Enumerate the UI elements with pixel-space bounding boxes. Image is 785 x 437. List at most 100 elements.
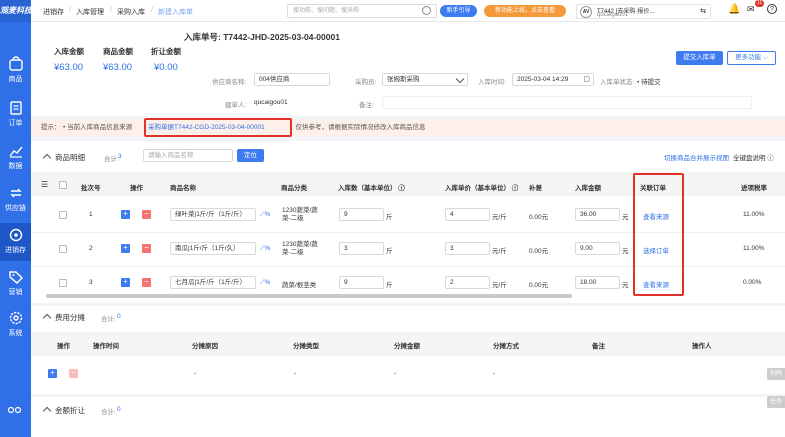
breadcrumb-item[interactable]: 入库管理	[76, 7, 104, 17]
add-row-button[interactable]: +	[121, 210, 130, 219]
amount-input[interactable]: 18.00	[575, 276, 620, 289]
stat-label: 折让金额	[151, 47, 181, 56]
supplier-field[interactable]: 004供应商	[254, 73, 330, 86]
brand-logo: 观麦科技	[0, 0, 31, 22]
section-title: 费用分摊	[55, 313, 85, 322]
add-row-button[interactable]: +	[121, 244, 130, 253]
notification-badge: 11	[755, 0, 765, 7]
switch-icon: ⇆	[700, 8, 706, 15]
creator-value: qucaigou01	[254, 99, 288, 106]
collapse-icon[interactable]	[42, 406, 52, 416]
sidebar-item-orders[interactable]: 订单	[0, 96, 31, 134]
add-row-button[interactable]: +	[121, 278, 130, 287]
qty-input[interactable]: 9	[339, 208, 384, 221]
stat-label: 商品金额	[103, 47, 133, 56]
sidebar-item-inventory[interactable]: 进销存	[0, 223, 31, 261]
supplier-label: 供应商名称:	[212, 79, 247, 86]
tag-icon	[8, 271, 23, 284]
purchaser-select[interactable]: 张婉斯采购	[382, 73, 468, 86]
grid-icon[interactable]	[7, 406, 23, 418]
chart-link-icon[interactable]: ⟋%	[260, 279, 270, 287]
delete-row-button[interactable]: −	[142, 278, 151, 287]
goods-name-field[interactable]: 南瓜|1斤/斤（1斤/久）	[170, 242, 256, 255]
fees-section: 费用分摊 合计: 0 操作 操作时间 分摊原因 分摊类型 分摊金额 分摊方式 备…	[31, 306, 785, 394]
delete-row-button[interactable]: −	[142, 210, 151, 219]
sidebar-item-marketing[interactable]: 营销	[0, 265, 31, 303]
column-settings-icon[interactable]: ☰	[41, 180, 48, 189]
chart-link-icon[interactable]: ⟋%	[260, 211, 270, 219]
goods-name-field[interactable]: 七月瓜|1斤/斤（1斤/斤）	[170, 276, 256, 289]
row-checkbox[interactable]	[59, 279, 67, 287]
help-icon[interactable]: ?	[767, 4, 777, 14]
column-header: 备注	[592, 343, 605, 350]
switch-view-link[interactable]: 切换商品合并展示视图	[664, 152, 729, 162]
remark-field[interactable]	[382, 96, 752, 109]
breadcrumb-item[interactable]: 采购入库	[117, 7, 145, 17]
gear-icon	[9, 311, 22, 325]
chart-icon	[8, 146, 23, 158]
message-icon[interactable]: ✉	[747, 4, 755, 15]
sidebar-item-data[interactable]: 数据	[0, 139, 31, 177]
user-switcher[interactable]: AV T7442 [去采购·报价... qucaigou01 ⇆	[576, 4, 711, 19]
amount-input[interactable]: 36.00	[575, 208, 620, 221]
breadcrumb-item[interactable]: 进销存	[43, 7, 64, 17]
creator-label: 建单人:	[225, 102, 247, 109]
locate-button[interactable]: 定位	[237, 149, 264, 162]
stat-value: ¥0.00	[154, 62, 178, 73]
add-fee-button[interactable]: +	[48, 369, 57, 378]
sidebar-item-label: 进销存	[5, 247, 26, 254]
sidebar-item-label: 订单	[8, 120, 23, 127]
sidebar-item-label: 营销	[8, 289, 23, 296]
amount-input[interactable]: 9.00	[575, 242, 620, 255]
column-header: 补差	[529, 185, 542, 192]
global-search-input[interactable]: 搜功能、搜问题、搜采购	[287, 4, 437, 18]
supply-chain-icon	[9, 188, 22, 198]
sidebar-item-goods[interactable]: 商品	[0, 52, 31, 90]
qty-input[interactable]: 9	[339, 276, 384, 289]
inventory-icon	[9, 228, 22, 242]
goods-name-field[interactable]: 绿叶菜|1斤/斤（1斤/斤）	[170, 208, 256, 221]
delete-row-button[interactable]: −	[142, 244, 151, 253]
in-time-field[interactable]: 2025-03-04 14:29 ▢	[512, 73, 594, 86]
column-header: 分摊方式	[493, 343, 519, 350]
column-header: 入库数（基本单位） ⓘ	[338, 185, 405, 192]
horizontal-scrollbar[interactable]	[46, 294, 572, 298]
highlight-box	[633, 173, 684, 296]
section-title: 金额折让	[55, 406, 85, 415]
more-actions-button[interactable]: 更多功能 ⌵	[727, 51, 776, 65]
sidebar-item-supply-chain[interactable]: 供应链	[0, 181, 31, 219]
task-button[interactable]: 任务	[767, 396, 785, 408]
row-checkbox[interactable]	[59, 211, 67, 219]
collapse-icon[interactable]	[42, 153, 52, 163]
shop-icon	[8, 56, 23, 71]
scan-button[interactable]: 扫码	[767, 368, 785, 380]
row-checkbox[interactable]	[59, 245, 67, 253]
sidebar-item-system[interactable]: 系统	[0, 306, 31, 344]
status-badge: • 待提交	[637, 79, 661, 86]
chart-link-icon[interactable]: ⟋%	[260, 245, 270, 253]
delete-fee-button[interactable]: −	[69, 369, 78, 378]
submit-button[interactable]: 提交入库单	[676, 51, 723, 65]
price-input[interactable]: 4	[445, 208, 490, 221]
column-header: 入库金额	[575, 185, 601, 192]
count-label: 合计:	[101, 316, 116, 323]
sidebar: 观麦科技 商品 订单 数据 供应链 进销存 营销 系统	[0, 0, 31, 437]
top-bar: 进销存 / 入库管理 / 采购入库 / 新建入库单 搜功能、搜问题、搜采购 新手…	[31, 0, 785, 22]
price-input[interactable]: 3	[445, 242, 490, 255]
promo-button[interactable]: 新功能上线，点击查看	[484, 5, 566, 17]
discount-section: 金额折让 合计: 0	[31, 397, 785, 437]
remark-label: 备注:	[359, 102, 374, 109]
highlight-box	[144, 118, 292, 137]
keyboard-help-link[interactable]: 全键盘说明 ⓘ	[733, 152, 774, 162]
qty-input[interactable]: 3	[339, 242, 384, 255]
search-icon[interactable]	[422, 6, 431, 15]
select-all-checkbox[interactable]	[59, 181, 67, 189]
price-input[interactable]: 2	[445, 276, 490, 289]
goods-search-input[interactable]: 请输入商品名称	[143, 149, 233, 162]
stat-value: ¥63.00	[54, 62, 84, 73]
collapse-icon[interactable]	[42, 313, 52, 323]
column-header: 操作	[57, 343, 70, 350]
sidebar-item-label: 系统	[8, 330, 23, 337]
guide-button[interactable]: 新手引导	[440, 5, 477, 17]
bell-icon[interactable]: 🔔	[728, 4, 740, 15]
